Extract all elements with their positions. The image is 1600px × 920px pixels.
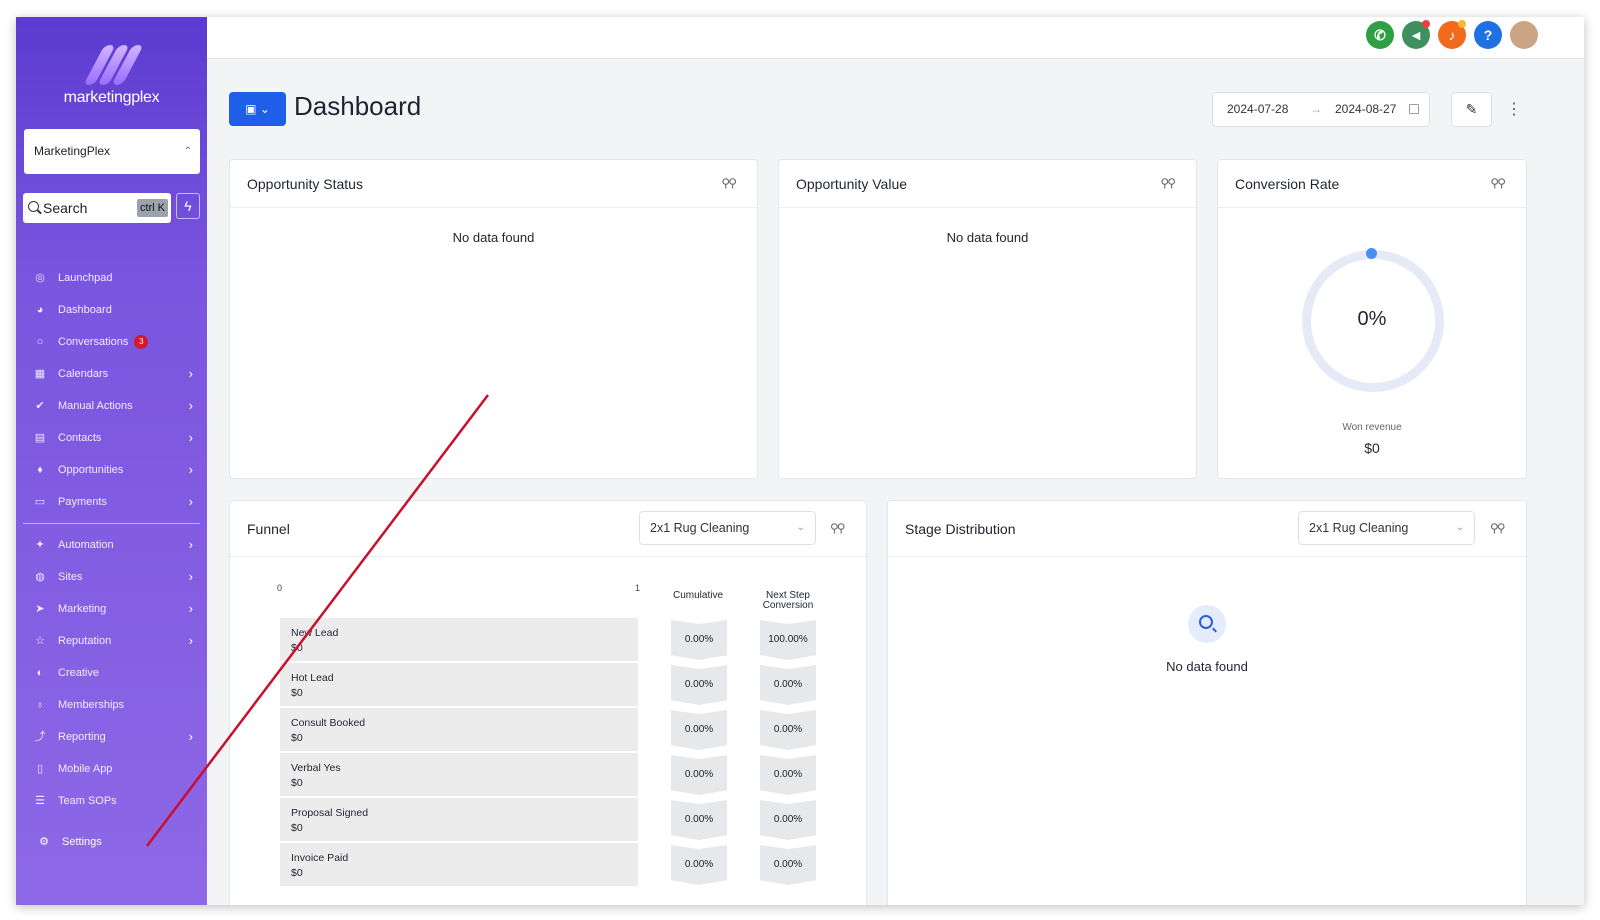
app-window: marketingplex MarketingPlex ⌃ Search ctr… [16,17,1584,905]
annotation-arrow [146,394,489,847]
annotation-line [146,394,489,847]
